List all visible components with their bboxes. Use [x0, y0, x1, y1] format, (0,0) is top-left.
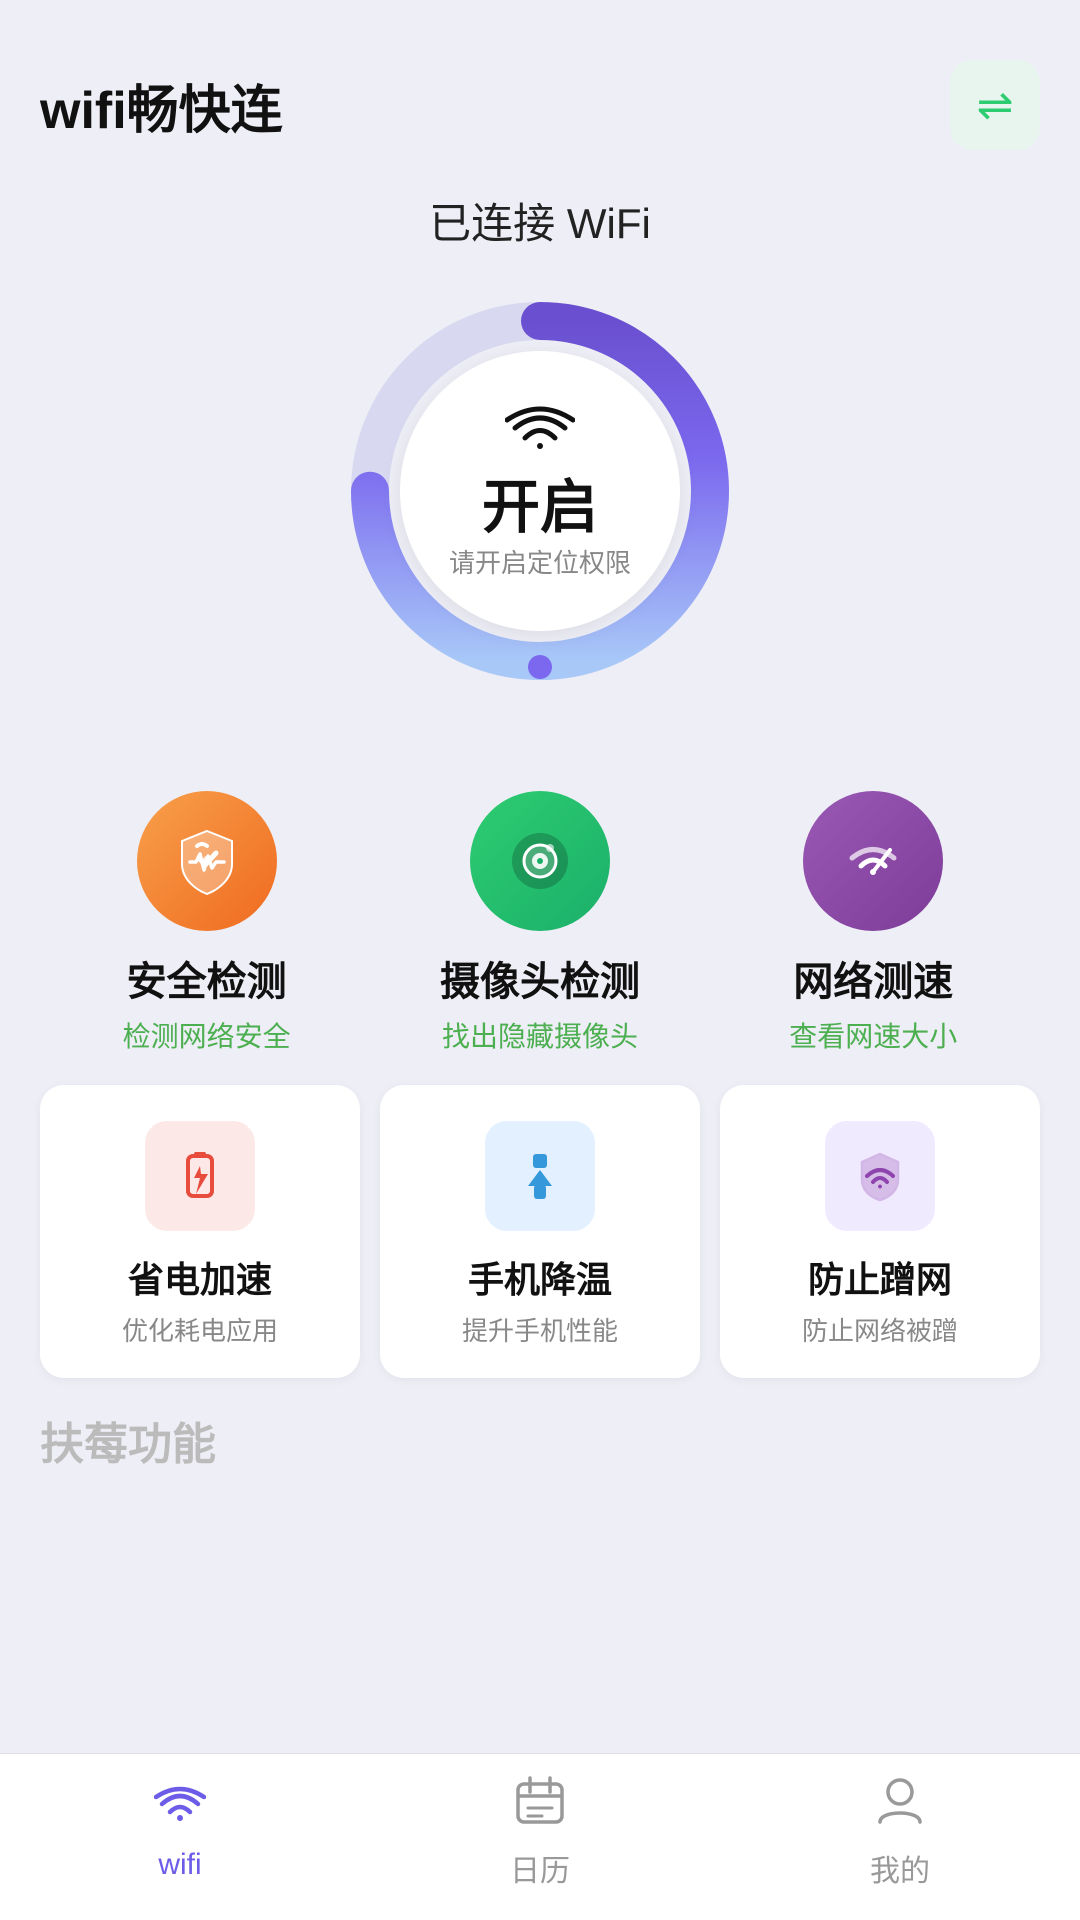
battery-desc: 优化耗电应用: [122, 1311, 278, 1348]
cooling-desc: 提升手机性能: [462, 1311, 618, 1348]
header: wifi畅快连 ⇌: [0, 0, 1080, 170]
card-prevent[interactable]: 防止蹭网 防止网络被蹭: [720, 1085, 1040, 1378]
nav-profile-label: 我的: [870, 1846, 930, 1890]
security-desc: 检测网络安全: [123, 1015, 291, 1055]
feature-speed[interactable]: 网络测速 查看网速大小: [733, 791, 1013, 1055]
partial-title: 扶莓功能: [40, 1420, 216, 1469]
security-icon-circle: [137, 791, 277, 931]
cooling-icon: [514, 1150, 566, 1202]
wifi-donut[interactable]: 开启 请开启定位权限: [330, 281, 750, 701]
nav-calendar[interactable]: 日历: [440, 1774, 640, 1890]
prevent-icon-box: [825, 1121, 935, 1231]
camera-name: 摄像头检测: [440, 949, 640, 1007]
nav-wifi-label: wifi: [158, 1848, 201, 1882]
donut-center[interactable]: 开启 请开启定位权限: [400, 351, 680, 631]
app-title: wifi畅快连: [40, 68, 283, 143]
transfer-button[interactable]: ⇌: [950, 60, 1040, 150]
nav-wifi[interactable]: wifi: [80, 1782, 280, 1882]
camera-desc: 找出隐藏摄像头: [442, 1015, 638, 1055]
open-label: 开启: [482, 479, 598, 537]
cooling-name: 手机降温: [468, 1251, 612, 1303]
partial-section: 扶莓功能: [0, 1398, 1080, 1472]
prevent-name: 防止蹭网: [808, 1251, 952, 1303]
connected-status: 已连接 WiFi: [429, 190, 651, 251]
cooling-icon-box: [485, 1121, 595, 1231]
features-top: 安全检测 检测网络安全 摄像头检测 找出隐藏摄像头: [0, 761, 1080, 1065]
nav-profile[interactable]: 我的: [800, 1774, 1000, 1890]
donut-dot: [528, 655, 552, 679]
wifi-signal-icon: [505, 403, 575, 471]
feature-security[interactable]: 安全检测 检测网络安全: [67, 791, 347, 1055]
nav-calendar-label: 日历: [510, 1846, 570, 1890]
security-icon: [172, 826, 242, 896]
prevent-icon: [854, 1150, 906, 1202]
security-name: 安全检测: [127, 949, 287, 1007]
nav-profile-icon: [874, 1774, 926, 1838]
open-sublabel: 请开启定位权限: [449, 543, 631, 580]
bottom-nav: wifi 日历 我的: [0, 1753, 1080, 1920]
feature-camera[interactable]: 摄像头检测 找出隐藏摄像头: [400, 791, 680, 1055]
prevent-desc: 防止网络被蹭: [802, 1311, 958, 1348]
nav-wifi-icon: [154, 1782, 206, 1840]
camera-icon: [505, 826, 575, 896]
battery-icon-box: [145, 1121, 255, 1231]
features-bottom: 省电加速 优化耗电应用 手机降温 提升手机性能: [0, 1065, 1080, 1398]
transfer-icon: ⇌: [977, 80, 1014, 131]
speed-desc: 查看网速大小: [789, 1015, 957, 1055]
battery-name: 省电加速: [128, 1251, 272, 1303]
camera-icon-circle: [470, 791, 610, 931]
speed-icon: [838, 826, 908, 896]
speed-name: 网络测速: [793, 949, 953, 1007]
hero-section: 已连接 WiFi: [0, 170, 1080, 761]
card-cooling[interactable]: 手机降温 提升手机性能: [380, 1085, 700, 1378]
card-battery[interactable]: 省电加速 优化耗电应用: [40, 1085, 360, 1378]
battery-icon: [174, 1150, 226, 1202]
speed-icon-circle: [803, 791, 943, 931]
nav-calendar-icon: [514, 1774, 566, 1838]
